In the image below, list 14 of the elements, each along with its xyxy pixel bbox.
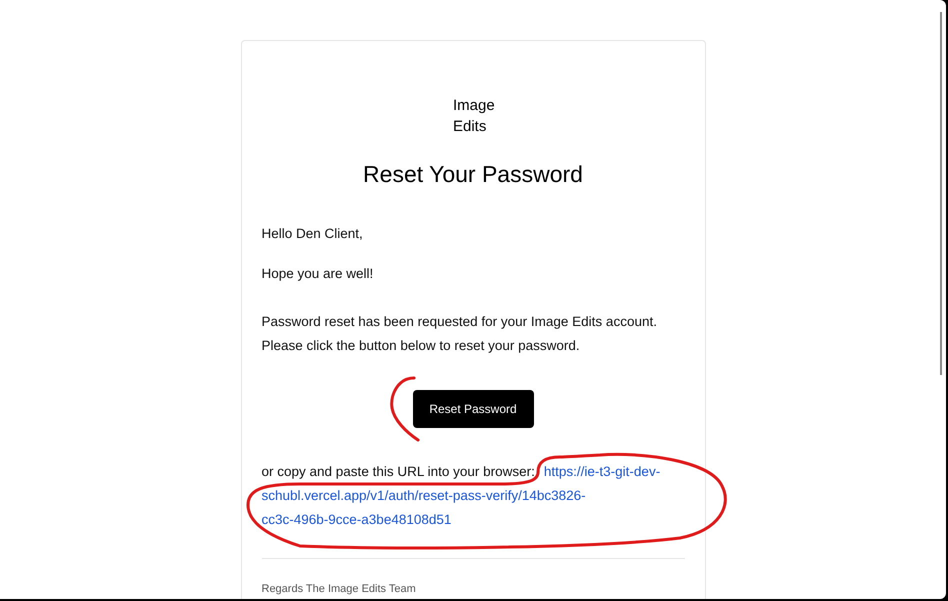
- greeting-text: Hello Den Client,: [262, 225, 364, 243]
- body-text: Password reset has been requested for your Image Edits account.: [262, 313, 658, 331]
- body-text: Please click the button below to reset your password.: [262, 337, 581, 355]
- email-title: Reset Your Password: [363, 160, 583, 189]
- signature-text: Regards The Image Edits Team: [262, 582, 417, 597]
- reset-url-link[interactable]: https://ie-t3-git-dev-: [544, 460, 660, 484]
- wish-text: Hope you are well!: [262, 265, 374, 283]
- scrollbar-thumb[interactable]: [940, 12, 942, 375]
- reset-url-link[interactable]: schubl.vercel.app/v1/auth/reset-pass-verify/14bc3826-: [262, 484, 586, 508]
- logo-text: Image Edits: [453, 96, 496, 137]
- copy-url-text: or copy and paste this URL into your browser:: [262, 463, 535, 481]
- reset-password-button[interactable]: Reset Password: [412, 390, 534, 428]
- annotation-curve: [390, 376, 420, 442]
- reset-url-link[interactable]: cc3c-496b-9cce-a3be48108d51: [262, 508, 452, 532]
